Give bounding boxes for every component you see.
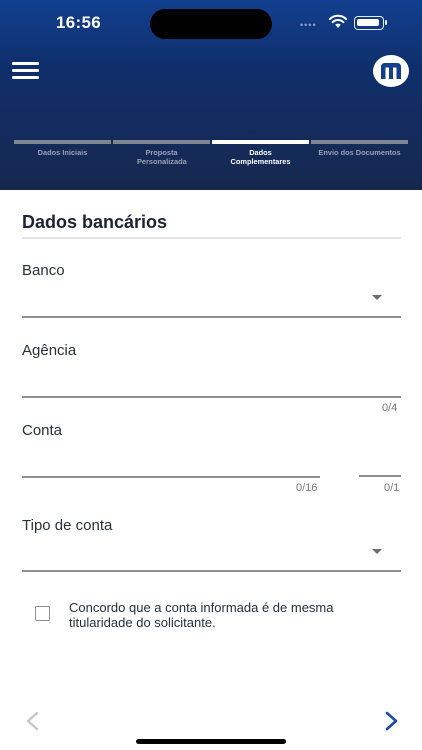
step-label: Dados Complementares — [230, 148, 291, 166]
chevron-right-icon[interactable] — [380, 710, 402, 732]
agencia-label: Agência — [22, 342, 77, 359]
tipo-conta-label: Tipo de conta — [22, 517, 113, 534]
brand-logo-icon[interactable] — [372, 54, 410, 88]
step-dados-iniciais: Dados Iniciais — [14, 140, 111, 157]
conta-digito-input[interactable] — [359, 442, 401, 476]
home-indicator — [136, 739, 286, 744]
dynamic-island — [150, 9, 272, 39]
progress-steps: Dados Iniciais Proposta Personalizada Da… — [14, 140, 408, 170]
conta-digito-counter: 0/1 — [384, 482, 400, 494]
section-title: Dados bancários — [22, 212, 168, 232]
app-header: 16:56 •••• Dados Iniciais Proposta Perso… — [0, 0, 422, 190]
status-bar: 16:56 •••• — [0, 0, 422, 48]
banco-underline — [22, 316, 401, 318]
hamburger-icon — [12, 62, 39, 65]
step-dados-complementares: Dados Complementares — [212, 140, 309, 166]
consent-checkbox[interactable] — [35, 606, 50, 621]
tipo-conta-dropdown-icon[interactable] — [372, 549, 382, 554]
signal-icon: •••• — [300, 20, 317, 30]
conta-underline — [22, 476, 320, 478]
section-divider — [22, 237, 401, 239]
tipo-conta-underline — [22, 570, 401, 572]
banco-label: Banco — [22, 262, 65, 279]
step-proposta-personalizada: Proposta Personalizada — [113, 140, 210, 166]
agencia-counter: 0/4 — [382, 402, 398, 414]
form-content: Dados bancários Banco Agência 0/4 Conta … — [0, 190, 422, 750]
step-label: Dados Iniciais — [37, 148, 88, 157]
chevron-left-icon[interactable] — [22, 710, 44, 732]
step-label: Envio dos Documentos — [318, 148, 401, 157]
conta-counter: 0/16 — [296, 482, 318, 494]
tipo-conta-select[interactable] — [22, 537, 401, 571]
agencia-input[interactable] — [22, 362, 401, 396]
agencia-underline — [22, 396, 401, 398]
wifi-icon — [328, 14, 348, 28]
conta-input[interactable] — [22, 442, 320, 476]
banco-select[interactable] — [22, 282, 401, 316]
conta-label: Conta — [22, 422, 63, 439]
step-label: Proposta Personalizada — [137, 148, 187, 166]
consent-text: Concordo que a conta informada é de mesm… — [69, 600, 334, 630]
banco-dropdown-icon[interactable] — [372, 295, 382, 300]
step-envio-documentos: Envio dos Documentos — [311, 140, 408, 157]
status-time: 16:56 — [56, 13, 101, 32]
menu-button[interactable] — [12, 62, 40, 80]
battery-icon — [354, 16, 387, 30]
conta-digito-underline — [359, 475, 401, 477]
